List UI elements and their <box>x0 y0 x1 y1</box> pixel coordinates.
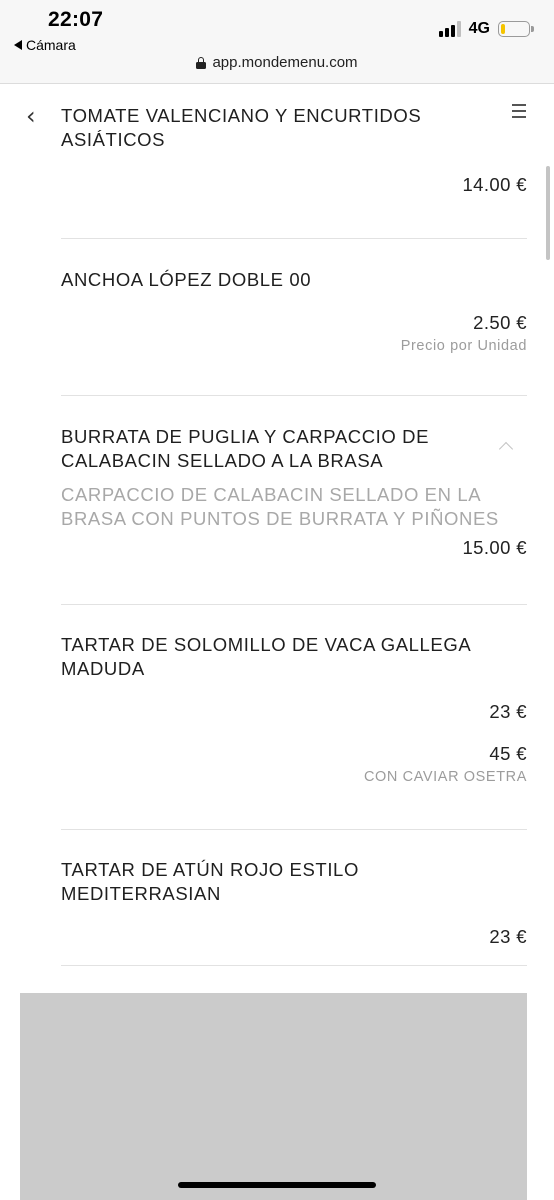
menu-list: TOMATE VALENCIANO Y ENCURTIDOS ASIÁTICOS… <box>61 104 527 966</box>
menu-item[interactable]: ANCHOA LÓPEZ DOBLE 00 2.50 € Precio por … <box>61 239 527 396</box>
back-to-app-link[interactable]: Cámara <box>14 37 76 53</box>
lock-icon <box>196 56 207 69</box>
menu-item[interactable]: TOMATE VALENCIANO Y ENCURTIDOS ASIÁTICOS… <box>61 104 527 239</box>
item-title: ANCHOA LÓPEZ DOBLE 00 <box>61 269 312 290</box>
battery-icon <box>498 21 534 37</box>
back-triangle-icon <box>14 40 22 50</box>
back-app-label: Cámara <box>26 37 76 53</box>
price-note: Precio por Unidad <box>400 338 527 354</box>
menu-item[interactable]: TARTAR DE SOLOMILLO DE VACA GALLEGA MADU… <box>61 605 527 830</box>
status-time: 22:07 <box>48 8 104 31</box>
network-type: 4G <box>468 20 490 37</box>
item-price: 15.00 € <box>462 537 527 558</box>
item-price: 23 € <box>489 701 527 722</box>
scrollbar[interactable] <box>546 166 550 260</box>
item-price: 45 € <box>489 743 527 764</box>
browser-chrome: 22:07 Cámara 4G app.mondemenu.com <box>0 0 554 84</box>
menu-item[interactable]: BURRATA DE PUGLIA Y CARPACCIO DE CALABAC… <box>61 396 527 605</box>
menu-item[interactable]: TARTAR DE ATÚN ROJO ESTILO MEDITERRASIAN… <box>61 830 527 966</box>
item-price: 23 € <box>489 926 527 947</box>
address-bar[interactable]: app.mondemenu.com <box>0 54 554 71</box>
home-indicator[interactable] <box>178 1182 376 1188</box>
back-chevron-icon[interactable]: ‹ <box>26 102 36 130</box>
url-text: app.mondemenu.com <box>212 54 358 71</box>
image-placeholder <box>20 993 527 1200</box>
item-title: TOMATE VALENCIANO Y ENCURTIDOS ASIÁTICOS <box>61 105 422 150</box>
item-price: 14.00 € <box>462 174 527 195</box>
status-indicators: 4G <box>438 20 534 38</box>
battery-level <box>501 24 505 34</box>
item-price: 2.50 € <box>473 312 527 333</box>
signal-strength-icon <box>438 21 461 37</box>
item-title: BURRATA DE PUGLIA Y CARPACCIO DE CALABAC… <box>61 426 430 471</box>
item-title: TARTAR DE SOLOMILLO DE VACA GALLEGA MADU… <box>61 634 471 679</box>
item-title: TARTAR DE ATÚN ROJO ESTILO MEDITERRASIAN <box>61 859 359 904</box>
price-note: CON CAVIAR OSETRA <box>363 769 527 785</box>
item-description: CARPACCIO DE CALABACIN SELLADO EN LA BRA… <box>61 484 499 529</box>
